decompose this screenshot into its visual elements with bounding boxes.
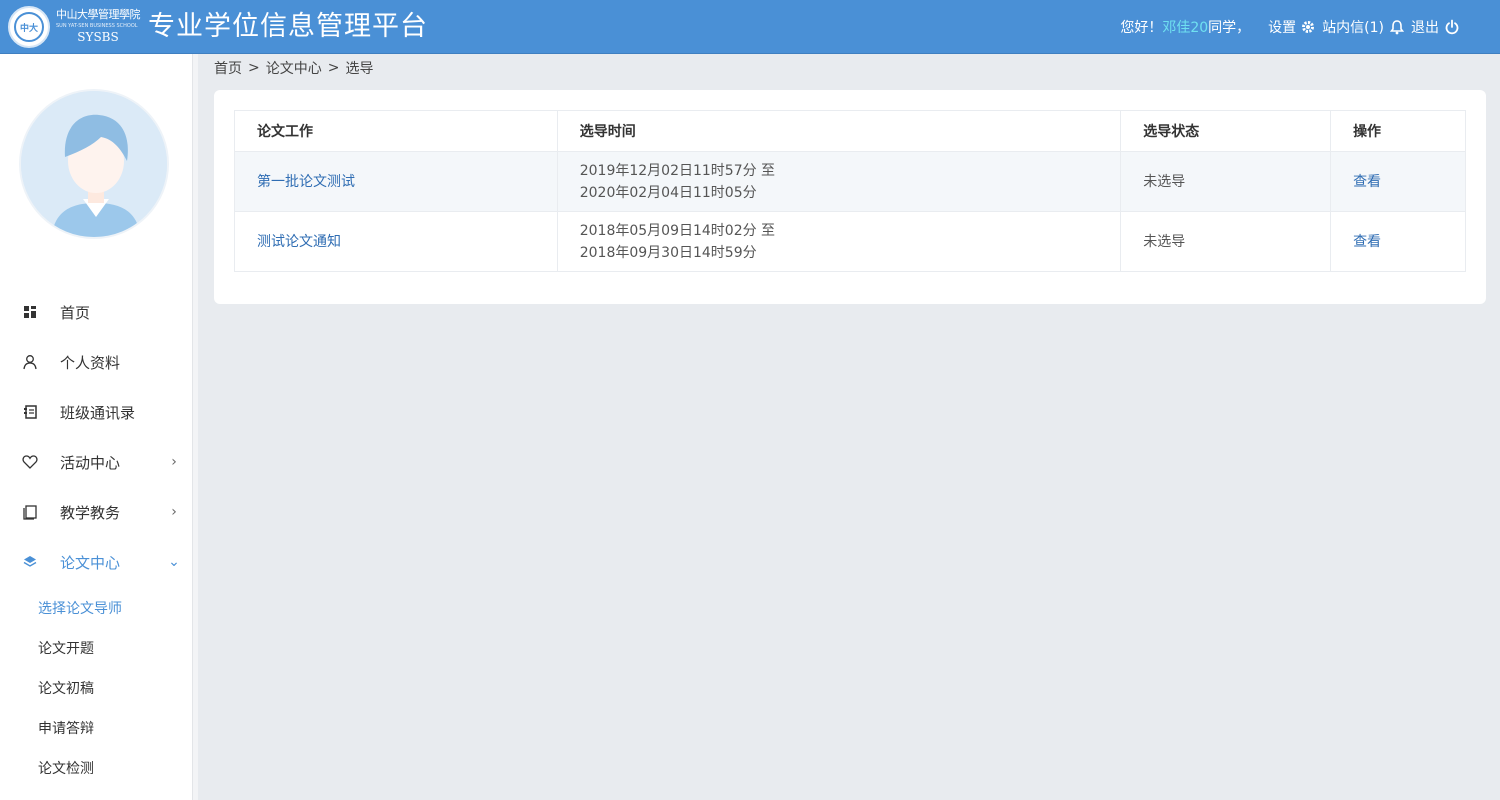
breadcrumb-home[interactable]: 首页 — [214, 58, 242, 78]
thesis-work-cell: 测试论文通知 — [234, 211, 558, 272]
school-logo-emblem: 中大 — [14, 12, 44, 42]
sidebar-label-thesis-center: 论文中心 — [60, 553, 121, 572]
sidebar-scrollbar[interactable] — [192, 54, 198, 800]
sidebar-label-profile: 个人资料 — [60, 353, 121, 372]
settings-label: 设置 — [1268, 20, 1297, 36]
column-header-action: 操作 — [1330, 110, 1466, 152]
greeting-suffix: 同学， — [1208, 20, 1251, 36]
heart-icon — [22, 455, 38, 469]
logout-link[interactable]: 退出 — [1411, 17, 1439, 37]
chevron-down-icon: ⌄ — [168, 554, 180, 570]
sidebar-label-contacts: 班级通讯录 — [60, 403, 136, 422]
thesis-work-link[interactable]: 第一批论文测试 — [257, 174, 355, 190]
avatar — [19, 89, 169, 239]
submenu-proposal[interactable]: 论文开题 — [38, 633, 94, 663]
sidebar-label-teaching: 教学教务 — [60, 503, 121, 522]
advisor-selection-table: 论文工作 选导时间 选导状态 操作 第一批论文测试 2019年12月02日11时… — [234, 110, 1466, 272]
book-icon — [23, 505, 37, 520]
avatar-illustration — [21, 91, 167, 237]
submenu-defense[interactable]: 申请答辩 — [38, 713, 94, 743]
column-header-thesis-work: 论文工作 — [234, 110, 558, 152]
breadcrumb-separator: > — [248, 60, 260, 76]
user-area: 您好！ 邓佳20 同学， 设置 站内信(1) 退出 — [1120, 16, 1460, 38]
sidebar-item-teaching[interactable]: 教学教务 › — [0, 492, 192, 532]
column-header-status: 选导状态 — [1120, 110, 1332, 152]
table-header-row: 论文工作 选导时间 选导状态 操作 — [234, 110, 1466, 152]
selection-time-end: 2020年02月04日11时05分 — [579, 184, 757, 201]
user-icon — [23, 355, 37, 370]
sidebar-label-home: 首页 — [60, 303, 91, 322]
school-name-en: SUN YAT-SEN BUSINESS SCHOOL — [56, 23, 138, 29]
thesis-work-cell: 第一批论文测试 — [234, 151, 558, 212]
school-name-cn: 中山大學管理學院 — [56, 8, 141, 21]
layers-icon — [23, 556, 37, 567]
action-cell: 查看 — [1330, 151, 1466, 212]
breadcrumb-separator: > — [327, 60, 340, 76]
top-header: 中大 中山大學管理學院 SUN YAT-SEN BUSINESS SCHOOL … — [0, 0, 1500, 54]
submenu-plagiarism-check[interactable]: 论文检测 — [38, 753, 94, 783]
sidebar-item-contacts[interactable]: 班级通讯录 — [0, 392, 192, 432]
selection-time-start: 2018年05月09日14时02分 至 — [579, 222, 776, 239]
address-book-icon — [24, 405, 37, 419]
sidebar-item-profile[interactable]: 个人资料 — [0, 342, 192, 382]
view-link[interactable]: 查看 — [1353, 234, 1381, 250]
submenu-first-draft[interactable]: 论文初稿 — [38, 673, 94, 703]
selection-time-start: 2019年12月02日11时57分 至 — [579, 162, 776, 179]
thesis-work-link[interactable]: 测试论文通知 — [257, 234, 341, 250]
view-link[interactable]: 查看 — [1353, 174, 1381, 190]
content-card: 论文工作 选导时间 选导状态 操作 第一批论文测试 2019年12月02日11时… — [214, 90, 1486, 304]
status-cell: 未选导 — [1120, 151, 1332, 212]
school-abbr: SYSBS — [77, 30, 119, 44]
breadcrumb-current: 选导 — [345, 61, 374, 77]
sidebar-item-thesis-center[interactable]: 论文中心 ⌄ — [0, 542, 192, 582]
sidebar-item-home[interactable]: 首页 — [0, 292, 192, 332]
sidebar-label-activities: 活动中心 — [60, 453, 121, 472]
breadcrumb-thesis-center[interactable]: 论文中心 — [266, 58, 322, 78]
sidebar-item-activities[interactable]: 活动中心 › — [0, 442, 192, 482]
bell-icon[interactable] — [1389, 19, 1405, 35]
breadcrumb: 首页 > 论文中心 > 选导 — [214, 58, 373, 78]
settings-link[interactable]: 设置 — [1268, 17, 1316, 37]
greeting-prefix: 您好！ — [1120, 20, 1163, 36]
app-title: 专业学位信息管理平台 — [148, 11, 428, 42]
messages-link[interactable]: 站内信(1) — [1322, 17, 1384, 37]
school-logo: 中大 — [8, 6, 50, 48]
gear-icon — [1302, 21, 1315, 33]
status-cell: 未选导 — [1120, 211, 1332, 272]
submenu-select-advisor[interactable]: 选择论文导师 — [38, 593, 122, 623]
action-cell: 查看 — [1330, 211, 1466, 272]
chevron-right-icon: › — [171, 504, 177, 520]
dashboard-icon — [24, 306, 36, 318]
table-row: 第一批论文测试 2019年12月02日11时57分 至 2020年02月04日1… — [234, 151, 1466, 212]
school-name-block: 中山大學管理學院 SUN YAT-SEN BUSINESS SCHOOL SYS… — [56, 8, 141, 46]
selection-time-cell: 2018年05月09日14时02分 至 2018年09月30日14时59分 — [556, 211, 1122, 272]
selection-time-end: 2018年09月30日14时59分 — [579, 244, 757, 261]
chevron-right-icon: › — [171, 454, 177, 470]
column-header-selection-time: 选导时间 — [556, 110, 1122, 152]
power-icon[interactable] — [1444, 19, 1460, 35]
sidebar: 首页 个人资料 班级通讯录 活动中心 › 教学教务 › 论文中心 ⌄ 选择论文导… — [0, 54, 192, 800]
table-row: 测试论文通知 2018年05月09日14时02分 至 2018年09月30日14… — [234, 211, 1466, 272]
selection-time-cell: 2019年12月02日11时57分 至 2020年02月04日11时05分 — [556, 151, 1122, 212]
user-name: 邓佳20 — [1162, 20, 1209, 36]
